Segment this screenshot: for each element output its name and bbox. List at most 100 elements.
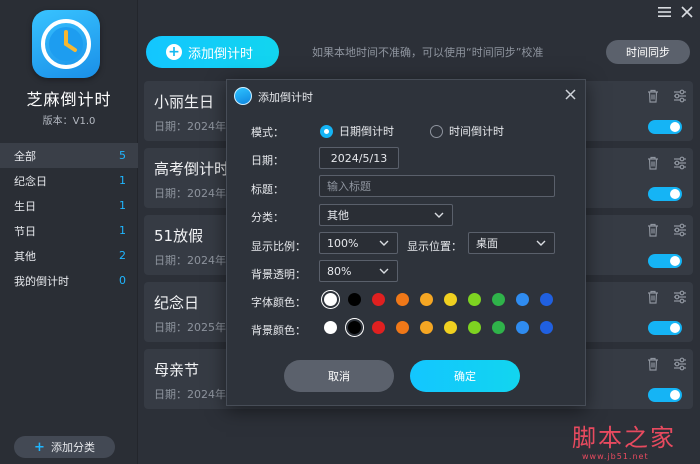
- plus-icon: +: [34, 439, 45, 455]
- date-label: 日期：: [251, 154, 284, 167]
- color-swatch[interactable]: [348, 293, 361, 306]
- watermark-text: 脚本之家: [572, 424, 676, 452]
- sidebar-item-holiday[interactable]: 节日 1: [0, 218, 138, 243]
- color-swatch[interactable]: [396, 321, 409, 334]
- chevron-down-icon: [434, 212, 444, 218]
- add-countdown-dialog: 添加倒计时 模式： 日期倒计时 时间倒计时 日期： 2024/5/13 标题： …: [226, 79, 586, 406]
- close-window-icon[interactable]: [681, 6, 693, 22]
- trash-icon[interactable]: [647, 89, 659, 103]
- enable-toggle[interactable]: [648, 321, 682, 335]
- category-select[interactable]: 其他: [319, 204, 453, 226]
- position-label: 显示位置：: [407, 240, 462, 253]
- settings-sliders-icon[interactable]: [673, 357, 687, 371]
- settings-sliders-icon[interactable]: [673, 89, 687, 103]
- color-swatch[interactable]: [516, 293, 529, 306]
- opacity-label: 背景透明：: [251, 268, 306, 281]
- opacity-value: 80%: [327, 264, 352, 278]
- settings-sliders-icon[interactable]: [673, 290, 687, 304]
- color-swatch[interactable]: [324, 321, 337, 334]
- sidebar-item-label: 生日: [14, 199, 36, 213]
- radio-checked-icon: [320, 124, 333, 138]
- sidebar-item-count: 1: [119, 199, 126, 212]
- mode-label: 模式：: [251, 126, 284, 139]
- card-date: 日期：2024年: [154, 187, 226, 200]
- sidebar-item-my-countdown[interactable]: 我的倒计时 0: [0, 268, 138, 293]
- color-swatch[interactable]: [420, 293, 433, 306]
- time-sync-button[interactable]: 时间同步: [606, 40, 690, 64]
- card-date: 日期：2024年: [154, 120, 226, 133]
- cancel-button[interactable]: 取消: [284, 360, 394, 392]
- trash-icon[interactable]: [647, 223, 659, 237]
- sidebar-item-label: 其他: [14, 249, 36, 263]
- color-swatch[interactable]: [468, 293, 481, 306]
- radio-unchecked-icon: [430, 124, 443, 138]
- mode-option-label: 日期倒计时: [339, 125, 394, 138]
- color-swatch[interactable]: [468, 321, 481, 334]
- confirm-button[interactable]: 确定: [410, 360, 520, 392]
- color-swatch[interactable]: [348, 321, 361, 334]
- enable-toggle[interactable]: [648, 187, 682, 201]
- chevron-down-icon: [536, 240, 546, 246]
- settings-sliders-icon[interactable]: [673, 223, 687, 237]
- clock-icon: [41, 19, 91, 69]
- enable-toggle[interactable]: [648, 388, 682, 402]
- card-title: 51放假: [154, 227, 204, 245]
- bg-color-swatches: [324, 321, 553, 334]
- sidebar-item-all[interactable]: 全部 5: [0, 143, 138, 168]
- trash-icon[interactable]: [647, 290, 659, 304]
- color-swatch[interactable]: [516, 321, 529, 334]
- sidebar-item-count: 0: [119, 274, 126, 287]
- enable-toggle[interactable]: [648, 120, 682, 134]
- scale-value: 100%: [327, 236, 359, 250]
- opacity-select[interactable]: 80%: [319, 260, 398, 282]
- trash-icon[interactable]: [647, 357, 659, 371]
- color-swatch[interactable]: [420, 321, 433, 334]
- mode-time-radio[interactable]: 时间倒计时: [430, 123, 504, 139]
- app-version: 版本：V1.0: [42, 116, 96, 127]
- color-swatch[interactable]: [444, 321, 457, 334]
- color-swatch[interactable]: [372, 321, 385, 334]
- sidebar-item-label: 纪念日: [14, 174, 47, 188]
- sidebar-item-label: 全部: [14, 149, 36, 163]
- color-swatch[interactable]: [492, 293, 505, 306]
- card-title: 母亲节: [154, 361, 200, 379]
- sidebar-item-birthday[interactable]: 生日 1: [0, 193, 138, 218]
- font-color-label: 字体颜色：: [251, 296, 306, 309]
- add-countdown-button[interactable]: + 添加倒计时: [146, 36, 279, 68]
- color-swatch[interactable]: [540, 293, 553, 306]
- plus-circle-icon: +: [166, 44, 182, 60]
- close-icon[interactable]: [565, 85, 576, 104]
- sidebar-item-label: 节日: [14, 224, 36, 238]
- sidebar-item-other[interactable]: 其他 2: [0, 243, 138, 268]
- trash-icon[interactable]: [647, 156, 659, 170]
- settings-sliders-icon[interactable]: [673, 156, 687, 170]
- sidebar-item-anniversary[interactable]: 纪念日 1: [0, 168, 138, 193]
- enable-toggle[interactable]: [648, 254, 682, 268]
- sidebar-item-count: 5: [119, 149, 126, 162]
- card-date: 日期：2025年: [154, 321, 226, 334]
- color-swatch[interactable]: [324, 293, 337, 306]
- sidebar-item-count: 1: [119, 174, 126, 187]
- color-swatch[interactable]: [372, 293, 385, 306]
- time-sync-hint: 如果本地时间不准确，可以使用“时间同步”校准: [312, 46, 544, 59]
- menu-icon[interactable]: [658, 6, 671, 22]
- sidebar-item-label: 我的倒计时: [14, 274, 69, 288]
- color-swatch[interactable]: [396, 293, 409, 306]
- date-picker[interactable]: 2024/5/13: [319, 147, 399, 169]
- color-swatch[interactable]: [444, 293, 457, 306]
- app-logo: [32, 10, 100, 78]
- title-input[interactable]: 输入标题: [319, 175, 555, 197]
- position-select[interactable]: 桌面: [468, 232, 555, 254]
- color-swatch[interactable]: [540, 321, 553, 334]
- card-date: 日期：2024年: [154, 388, 226, 401]
- watermark-logo: 脚本之家 www.jb51.net: [572, 418, 676, 461]
- chevron-down-icon: [379, 240, 389, 246]
- mode-option-label: 时间倒计时: [449, 125, 504, 138]
- sidebar: 芝麻倒计时 版本：V1.0 全部 5 纪念日 1 生日 1 节日 1 其他 2 …: [0, 0, 138, 464]
- scale-label: 显示比例：: [251, 240, 306, 253]
- color-swatch[interactable]: [492, 321, 505, 334]
- category-list: 全部 5 纪念日 1 生日 1 节日 1 其他 2 我的倒计时 0: [0, 143, 138, 293]
- mode-date-radio[interactable]: 日期倒计时: [320, 123, 394, 139]
- scale-select[interactable]: 100%: [319, 232, 398, 254]
- add-category-button[interactable]: + 添加分类: [14, 436, 115, 458]
